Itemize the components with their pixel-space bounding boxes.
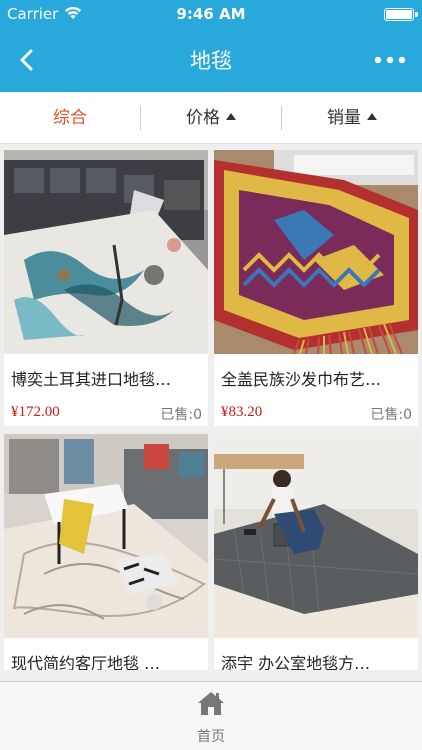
product-image [4,434,208,638]
nav-bar: 地毯 [0,28,422,92]
product-name: 博奕土耳其进口地毯… [11,370,172,389]
sort-comprehensive-label: 综合 [53,108,87,128]
product-image [214,150,418,354]
sort-sales-tab[interactable]: 销量 [282,92,422,144]
sort-up-arrow-icon [367,112,377,120]
page-title: 地毯 [190,49,232,73]
clock: 9:46 AM [176,5,246,23]
product-card[interactable]: 现代简约客厅地毯 … [4,434,208,670]
product-name: 添宇 办公室地毯方… [221,654,371,670]
product-name: 全盖民族沙发巾布艺… [221,370,382,389]
sort-price-tab[interactable]: 价格 [141,92,281,144]
sort-price-label: 价格 [186,108,220,128]
product-price: ¥172.00 [11,404,60,420]
sort-bar: 综合 价格 销量 [0,92,422,144]
product-card[interactable]: 添宇 办公室地毯方… [214,434,418,670]
sort-sales-label: 销量 [327,108,361,128]
sort-comprehensive-tab[interactable]: 综合 [0,92,140,144]
product-price: ¥83.20 [221,404,263,420]
product-image [214,434,418,638]
battery-icon [384,8,418,21]
more-options-icon[interactable] [372,46,408,74]
product-name: 现代简约客厅地毯 … [11,654,161,670]
status-bar: Carrier 9:46 AM [0,0,422,28]
product-card[interactable]: 博奕土耳其进口地毯… ¥172.00 已售:0 [4,150,208,426]
tab-bar: 首页 [0,681,422,750]
product-image [4,150,208,354]
product-sold-count: 已售:0 [370,407,412,423]
product-card[interactable]: 全盖民族沙发巾布艺… ¥83.20 已售:0 [214,150,418,426]
home-icon [198,692,224,715]
tab-home[interactable]: 首页 [171,690,251,748]
product-sold-count: 已售:0 [160,407,202,423]
tab-home-label: 首页 [197,729,225,745]
sort-up-arrow-icon [226,112,236,120]
